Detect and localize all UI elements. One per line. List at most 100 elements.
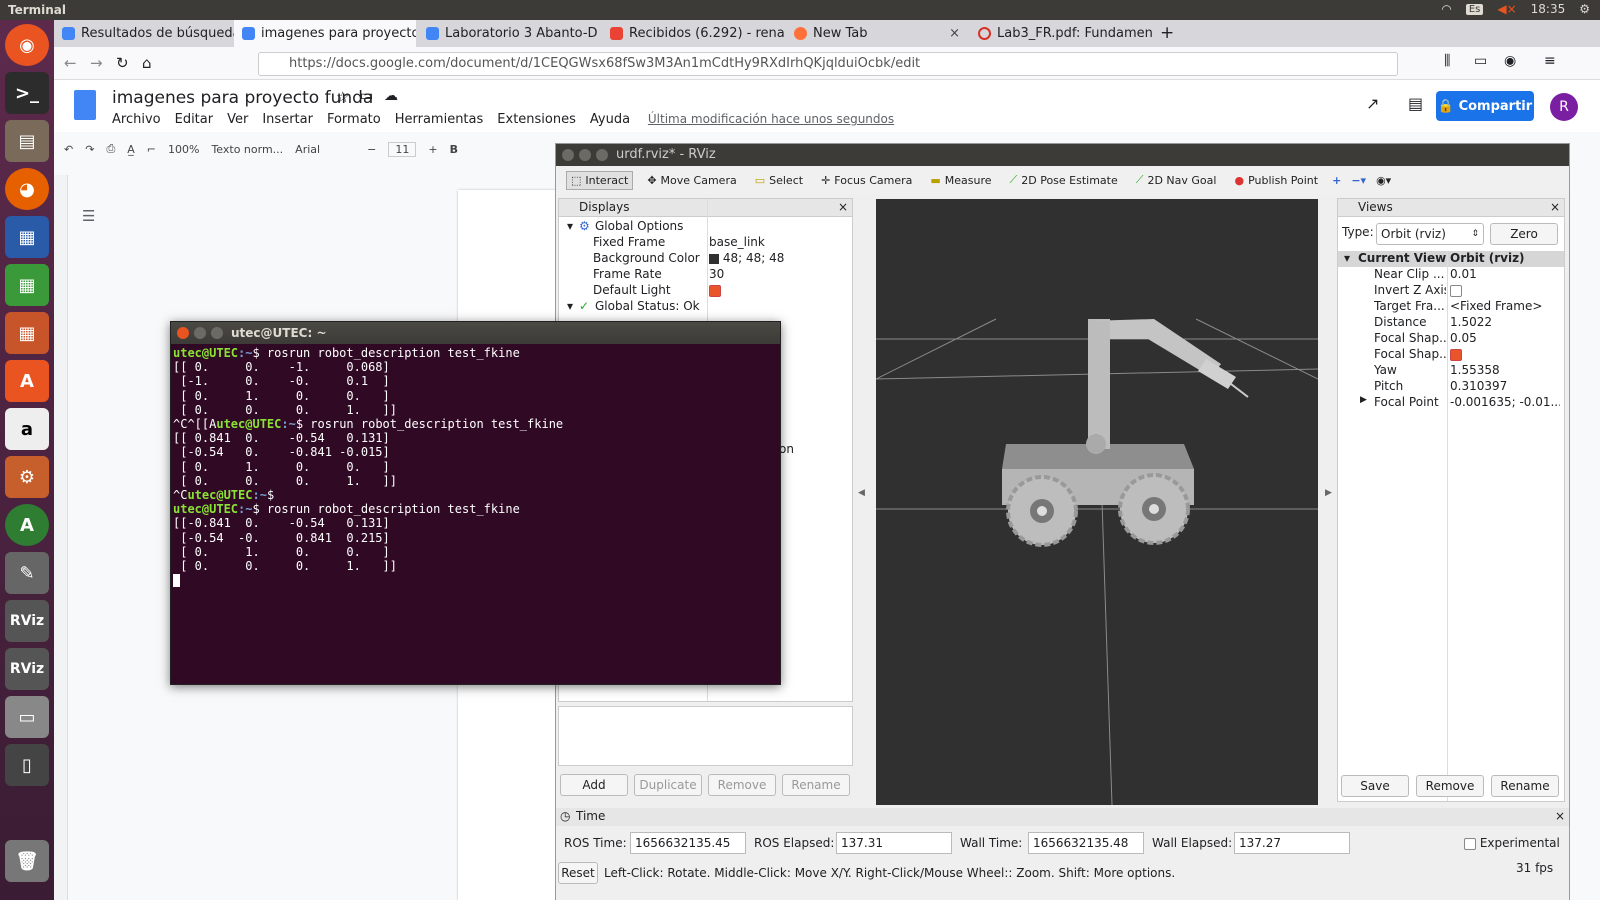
display-row-background-color[interactable]: Background Color 48; 48; 48 (559, 251, 852, 267)
new-tab-plus-icon[interactable]: + (1160, 23, 1174, 43)
amazon-launcher-icon[interactable]: a (5, 408, 49, 450)
avatar[interactable]: R (1550, 93, 1578, 121)
settings-gear-icon[interactable]: ⚙ (1579, 2, 1590, 16)
calc-launcher-icon[interactable]: ▦ (5, 264, 49, 306)
rviz-launcher-icon-2[interactable]: RViz (5, 648, 49, 690)
close-panel-icon[interactable]: × (838, 200, 848, 214)
current-view-row[interactable]: ▾ Current View Orbit (rviz) (1338, 251, 1564, 267)
tool-2d-pose-estimate[interactable]: ⟋ 2D Pose Estimate (1006, 171, 1122, 189)
tool-measure[interactable]: ▬ Measure (926, 172, 995, 189)
font-select[interactable]: Arial (295, 143, 355, 156)
paint-format-icon[interactable]: ⌐ (147, 143, 156, 156)
view-prop-pitch[interactable]: Pitch 0.310397 (1338, 379, 1564, 395)
duplicate-display-button[interactable]: Duplicate (634, 774, 702, 796)
view-prop-focal-shape-size[interactable]: Focal Shap... 0.05 (1338, 331, 1564, 347)
reload-icon[interactable]: ↻ (116, 54, 129, 72)
ros-time-field[interactable]: 1656632135.45 (630, 832, 746, 854)
rviz-3d-view[interactable] (875, 199, 1319, 806)
close-tab-icon[interactable]: × (598, 26, 600, 41)
activity-trend-icon[interactable]: ↗ (1366, 94, 1379, 113)
expand-arrow-icon[interactable]: ▾ (1344, 251, 1350, 265)
minimize-window-icon[interactable] (579, 149, 591, 161)
font-size-decrease[interactable]: − (367, 143, 376, 156)
text-editor-launcher-icon[interactable]: ✎ (5, 552, 49, 594)
terminal-output[interactable]: utec@UTEC:~$ rosrun robot_description te… (173, 346, 563, 588)
tab-new-tab[interactable]: New Tab × (786, 20, 968, 47)
expand-arrow-icon[interactable]: ▾ (567, 219, 573, 233)
disk-launcher-icon[interactable]: ▭ (5, 696, 49, 738)
zoom-select[interactable]: 100% (168, 143, 199, 156)
comments-icon[interactable]: ▤ (1408, 94, 1423, 113)
close-window-icon[interactable] (562, 149, 574, 161)
address-bar[interactable]: https://docs.google.com/document/d/1CEQG… (258, 52, 1398, 76)
firefox-launcher-icon[interactable]: ◕ (5, 168, 49, 210)
zero-view-button[interactable]: Zero (1490, 223, 1558, 245)
tool-move-camera[interactable]: ✥ Move Camera (643, 172, 740, 189)
home-icon[interactable]: ⌂ (142, 54, 152, 72)
save-view-button[interactable]: Save (1341, 775, 1409, 797)
writer-launcher-icon[interactable]: ▦ (5, 216, 49, 258)
expand-arrow-icon[interactable]: ▾ (567, 299, 573, 313)
experimental-checkbox[interactable] (1464, 837, 1476, 850)
rename-display-button[interactable]: Rename (782, 774, 850, 796)
tool-focus-camera[interactable]: ✛ Focus Camera (817, 172, 916, 189)
menu-formato[interactable]: Formato (327, 112, 381, 127)
cloud-status-icon[interactable]: ☁ (384, 88, 398, 104)
keyboard-layout-indicator[interactable]: Es (1465, 3, 1484, 15)
spellcheck-icon[interactable]: A̲ (127, 143, 135, 156)
display-row-global-status[interactable]: ▾ ✓ Global Status: Ok (559, 299, 852, 315)
focal-shape-checkbox[interactable] (1450, 348, 1462, 361)
wifi-icon[interactable]: ◠ (1441, 2, 1451, 16)
undo-icon[interactable]: ↶ (64, 143, 73, 156)
tool-publish-point[interactable]: ● Publish Point (1230, 172, 1322, 189)
add-display-button[interactable]: Add (560, 774, 628, 796)
menu-editar[interactable]: Editar (175, 112, 214, 127)
style-select[interactable]: Texto norm... (211, 143, 283, 156)
wall-time-field[interactable]: 1656632135.48 (1028, 832, 1144, 854)
bold-button[interactable]: B (450, 143, 458, 156)
account-icon[interactable]: ◉ (1504, 53, 1516, 69)
close-panel-icon[interactable]: × (1555, 809, 1565, 823)
back-arrow-icon[interactable]: ← (64, 54, 77, 72)
ubuntu-dash-icon[interactable]: ◉ (5, 24, 49, 66)
move-folder-icon[interactable]: ▭ (360, 88, 373, 104)
trash-launcher-icon[interactable]: 🗑 (5, 840, 49, 882)
tool-select[interactable]: ▭ Select (751, 172, 807, 189)
tool-2d-nav-goal[interactable]: ⟋ 2D Nav Goal (1132, 171, 1221, 189)
system-settings-launcher-icon[interactable]: ⚙ (5, 456, 49, 498)
menu-hamburger-icon[interactable]: ≡ (1544, 53, 1556, 69)
minimize-window-icon[interactable] (194, 327, 206, 339)
font-size-input[interactable]: 11 (388, 141, 417, 157)
tab-gmail[interactable]: Recibidos (6.292) - renat× (602, 20, 784, 47)
collapse-right-arrow-icon[interactable]: ▶ (1325, 488, 1332, 498)
menu-insertar[interactable]: Insertar (262, 112, 313, 127)
remove-display-button[interactable]: Remove (708, 774, 776, 796)
tab-pdf[interactable]: Lab3_FR.pdf: Fundamen× (970, 20, 1152, 47)
outline-icon[interactable]: ☰ (82, 207, 95, 225)
menu-archivo[interactable]: Archivo (112, 112, 161, 127)
wall-elapsed-field[interactable]: 137.27 (1234, 832, 1350, 854)
remove-tool-minus-icon[interactable]: −▾ (1351, 174, 1366, 187)
terminal-launcher-icon[interactable]: >_ (5, 72, 49, 114)
maximize-window-icon[interactable] (211, 327, 223, 339)
device-launcher-icon[interactable]: ▯ (5, 744, 49, 786)
impress-launcher-icon[interactable]: ▦ (5, 312, 49, 354)
expand-arrow-icon[interactable]: ▶ (1360, 395, 1367, 405)
menu-herramientas[interactable]: Herramientas (395, 112, 484, 127)
software-updater-launcher-icon[interactable]: A (5, 504, 49, 546)
close-window-icon[interactable] (177, 327, 189, 339)
rviz-launcher-icon[interactable]: RViz (5, 600, 49, 642)
view-prop-near-clip[interactable]: Near Clip ... 0.01 (1338, 267, 1564, 283)
display-row-global-options[interactable]: ▾ ⚙ Global Options (559, 219, 852, 235)
document-title[interactable]: imagenes para proyecto funda (112, 88, 373, 108)
close-tab-icon[interactable]: × (943, 26, 960, 41)
collapse-left-arrow-icon[interactable]: ◀ (858, 488, 865, 498)
clock[interactable]: 18:35 (1531, 2, 1566, 16)
redo-icon[interactable]: ↷ (85, 143, 94, 156)
tab-docs-imagenes[interactable]: imagenes para proyecto× (234, 20, 416, 47)
star-icon[interactable]: ☆ (336, 88, 349, 106)
rename-view-button[interactable]: Rename (1491, 775, 1559, 797)
view-prop-distance[interactable]: Distance 1.5022 (1338, 315, 1564, 331)
share-button[interactable]: 🔒 Compartir (1436, 91, 1534, 121)
default-light-checkbox[interactable] (709, 284, 721, 297)
